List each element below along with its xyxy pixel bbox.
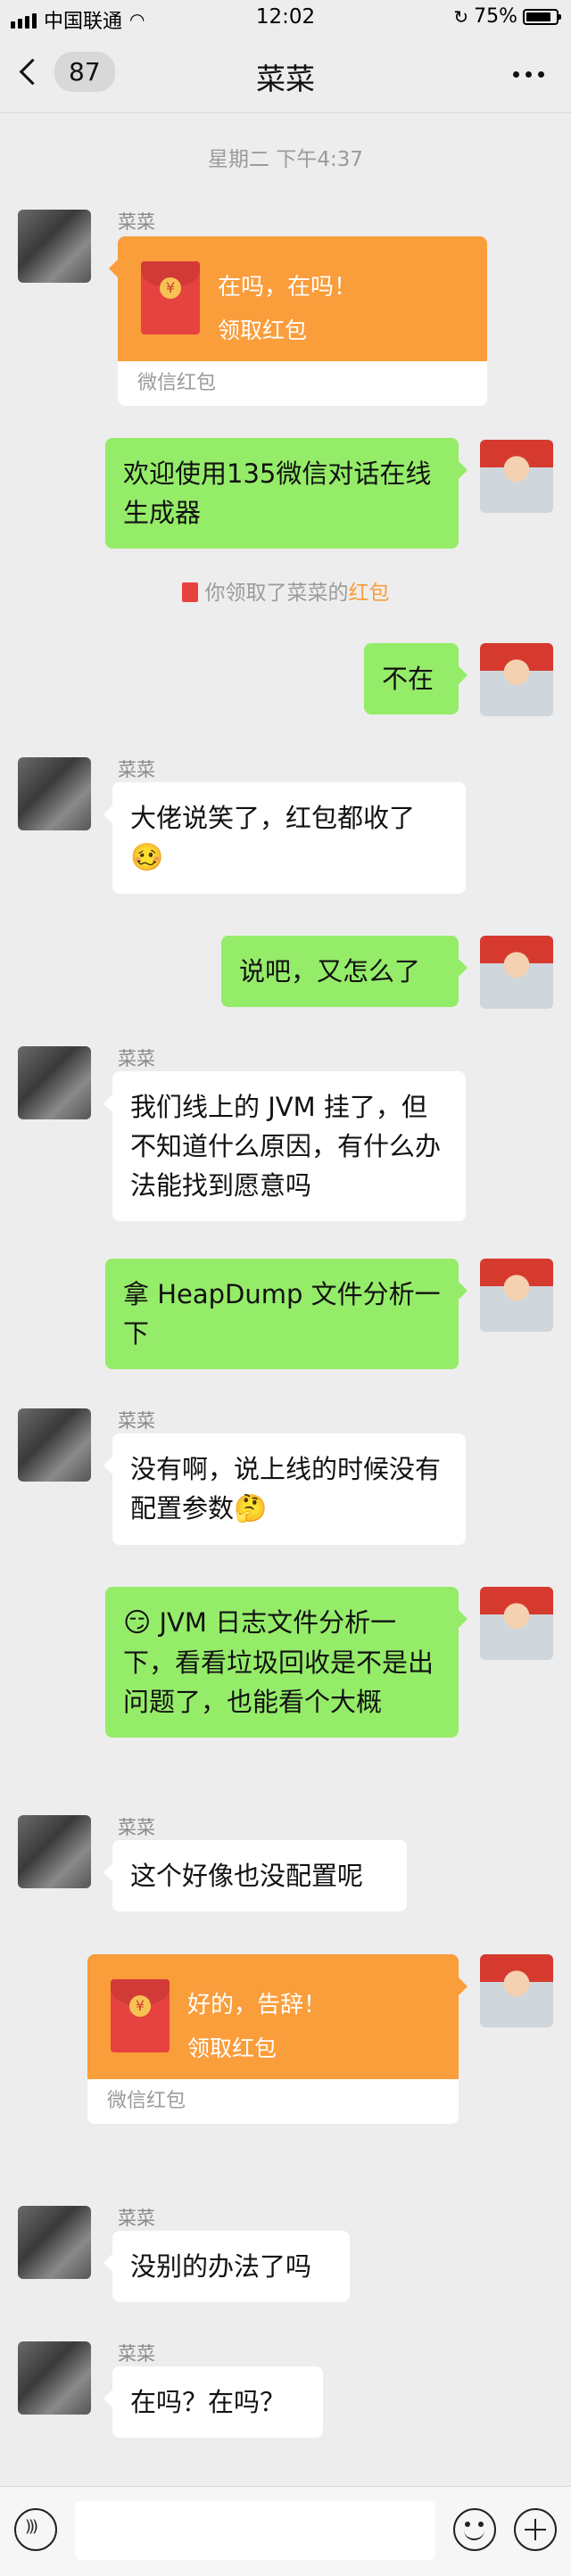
rotation-lock-icon: ↻ (453, 5, 469, 28)
red-packet-action: 领取红包 (218, 318, 308, 343)
red-packet-icon (181, 582, 198, 602)
friend-avatar[interactable] (18, 1046, 91, 1119)
red-packet-message[interactable]: 在吗，在吗！ 领取红包 微信红包 (109, 236, 487, 406)
self-avatar[interactable] (480, 440, 553, 513)
friend-avatar[interactable] (18, 1815, 91, 1888)
system-note-text: 你领取了菜菜的 (204, 582, 349, 605)
chat-title: 菜菜 (256, 62, 315, 96)
self-avatar[interactable] (480, 1587, 553, 1660)
woozy-face-emoji: 🥴 (130, 842, 164, 873)
sender-name: 菜菜 (118, 1817, 155, 1838)
sender-name: 菜菜 (118, 2343, 155, 2365)
self-avatar[interactable] (480, 1954, 553, 2027)
friend-avatar[interactable] (18, 2206, 91, 2279)
dot-icon (538, 71, 544, 78)
voice-icon[interactable] (14, 2508, 57, 2551)
input-bar (0, 2486, 571, 2576)
friend-avatar[interactable] (18, 1408, 91, 1482)
battery-fill (526, 12, 550, 21)
red-packet-body: 好的，告辞！ 领取红包 (87, 1954, 468, 2079)
message-bubble[interactable]: 我们线上的 JVM 挂了，但不知道什么原因，有什么办法能找到愿意吗 (103, 1071, 466, 1221)
smirk-face-emoji: 😏 (123, 1607, 152, 1639)
red-packet-footer: 微信红包 (118, 361, 487, 406)
red-packet-link[interactable]: 红包 (349, 582, 390, 605)
sender-name: 菜菜 (118, 1048, 155, 1069)
status-bar: 中国联通 ◠ 12:02 ↻ 75% (0, 0, 571, 36)
red-packet-action: 领取红包 (187, 2035, 277, 2061)
message-bubble[interactable]: 没别的办法了吗 (103, 2231, 350, 2302)
emoji-icon[interactable] (453, 2508, 496, 2551)
red-packet-message[interactable]: 好的，告辞！ 领取红包 微信红包 (87, 1954, 468, 2124)
message-bubble[interactable]: 没有啊，说上线的时候没有配置参数🤔 (103, 1433, 466, 1545)
friend-avatar[interactable] (18, 757, 91, 830)
thinking-face-emoji: 🤔 (234, 1493, 268, 1524)
message-bubble[interactable]: 拿 HeapDump 文件分析一下 (105, 1259, 468, 1369)
battery-icon (523, 8, 561, 25)
system-note: 你领取了菜菜的红包 (0, 575, 571, 606)
sender-name: 菜菜 (118, 211, 155, 233)
plus-icon[interactable] (514, 2508, 557, 2551)
battery-percent: 75% (474, 5, 517, 28)
dot-icon (525, 71, 532, 78)
dot-icon (513, 71, 519, 78)
self-avatar[interactable] (480, 1259, 553, 1332)
sender-name: 菜菜 (118, 2208, 155, 2229)
red-packet-footer: 微信红包 (87, 2079, 459, 2124)
friend-avatar[interactable] (18, 2341, 91, 2415)
more-button[interactable] (513, 71, 544, 78)
red-packet-icon (111, 1979, 170, 2052)
timestamp: 星期二 下午4:37 (208, 148, 363, 171)
message-bubble[interactable]: 在吗？在吗？ (103, 2366, 323, 2438)
sender-name: 菜菜 (118, 1410, 155, 1432)
red-packet-greeting: 在吗，在吗！ (218, 274, 358, 301)
message-bubble[interactable]: 😏 JVM 日志文件分析一下，看看垃圾回收是不是出问题了，也能看个大概 (105, 1587, 468, 1738)
self-avatar[interactable] (480, 643, 553, 716)
message-bubble[interactable]: 欢迎使用135微信对话在线生成器 (105, 438, 468, 549)
message-bubble[interactable]: 大佬说笑了，红包都收了 🥴 (103, 782, 466, 894)
message-bubble[interactable]: 这个好像也没配置呢 (103, 1840, 407, 1911)
status-right: ↻ 75% (453, 5, 561, 28)
red-packet-body: 在吗，在吗！ 领取红包 (109, 236, 487, 361)
message-input[interactable] (75, 2501, 435, 2560)
friend-avatar[interactable] (18, 210, 91, 283)
sender-name: 菜菜 (118, 759, 155, 780)
message-bubble[interactable]: 不在 (364, 643, 468, 714)
message-text: 没有啊，说上线的时候没有配置参数 (130, 1454, 442, 1523)
message-bubble[interactable]: 说吧，又怎么了 (221, 936, 468, 1007)
message-text: JVM 日志文件分析一下，看看垃圾回收是不是出问题了，也能看个大概 (123, 1607, 434, 1717)
self-avatar[interactable] (480, 936, 553, 1009)
red-packet-greeting: 好的，告辞！ (187, 1992, 327, 2019)
message-text: 大佬说笑了，红包都收了 (130, 803, 416, 833)
red-packet-icon (141, 261, 200, 334)
nav-bar: 87 菜菜 (0, 36, 571, 113)
